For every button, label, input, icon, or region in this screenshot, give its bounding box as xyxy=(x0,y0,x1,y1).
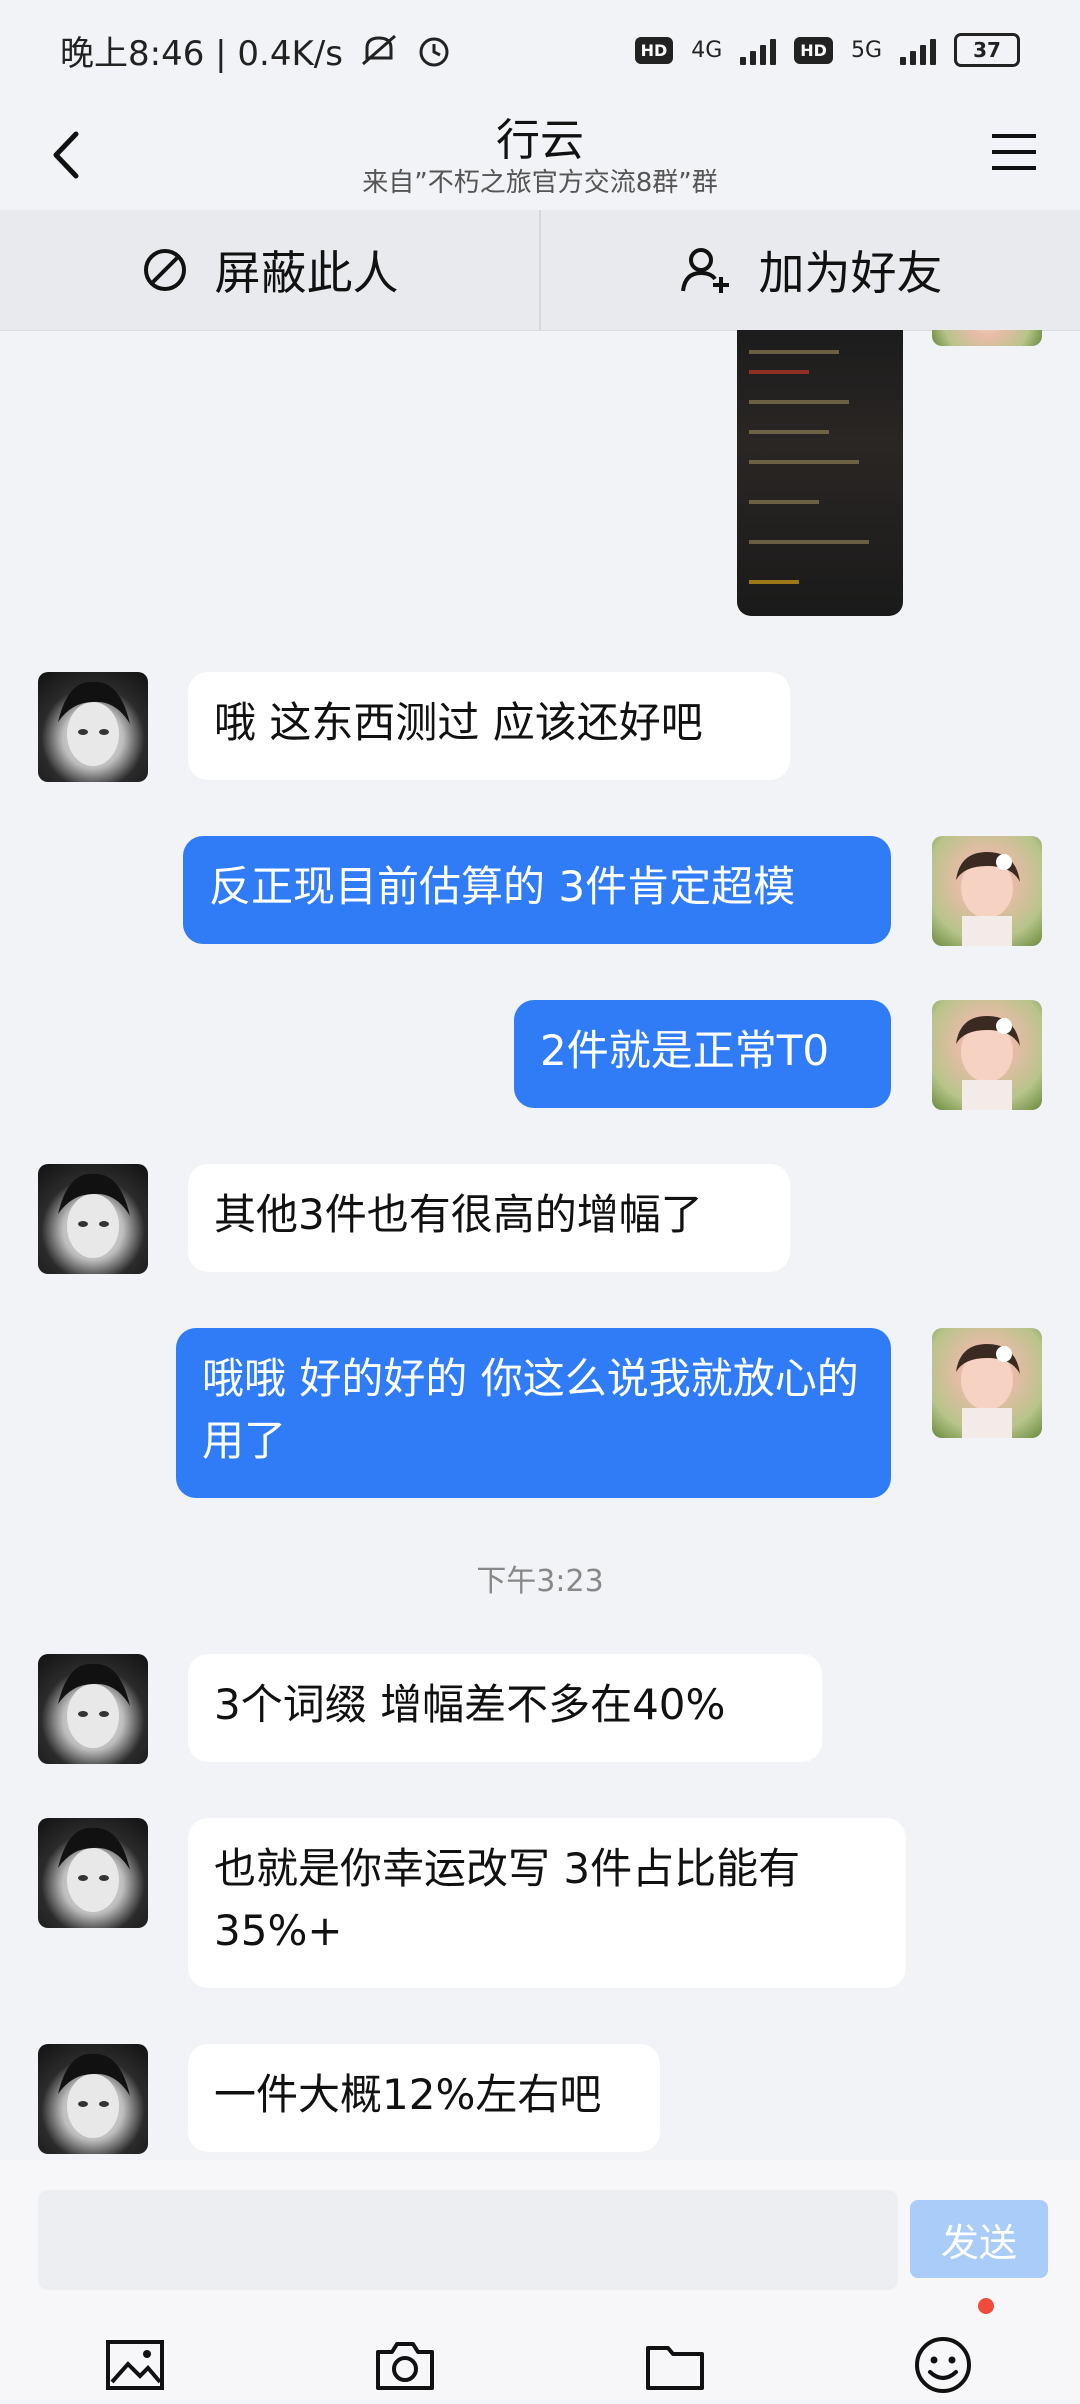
add-user-icon xyxy=(680,248,729,293)
camera-button[interactable] xyxy=(370,2330,440,2400)
chat-message-list[interactable]: 哦 这东西测过 应该还好吧 反正现目前估算的 3件肯定超模 2件就是正常T0 其… xyxy=(0,330,1080,2160)
camera-icon xyxy=(376,2342,434,2390)
block-user-button[interactable]: 屏蔽此人 xyxy=(0,210,539,330)
block-icon xyxy=(143,249,186,291)
message-input[interactable] xyxy=(38,2190,898,2290)
time-separator: 下午3:23 xyxy=(476,1564,604,1599)
signal-icon-2 xyxy=(900,35,936,65)
chat-header: 行云 来自”不朽之旅官方交流8群”群 xyxy=(0,100,1080,210)
sender-avatar[interactable] xyxy=(38,2044,148,2154)
chat-title: 行云 xyxy=(496,115,584,166)
self-avatar[interactable] xyxy=(932,1000,1042,1110)
battery-icon: 37 xyxy=(954,33,1020,67)
message-bubble[interactable]: 哦哦 好的好的 你这么说我就放心的用了 xyxy=(176,1328,891,1498)
message-bubble[interactable]: 哦 这东西测过 应该还好吧 xyxy=(188,672,790,780)
sender-avatar[interactable] xyxy=(38,1818,148,1928)
action-bar: 屏蔽此人 加为好友 xyxy=(0,210,1080,331)
message-bubble[interactable]: 一件大概12%左右吧 xyxy=(188,2044,660,2152)
image-message[interactable] xyxy=(737,330,903,616)
hd-badge-2: HD xyxy=(794,36,833,64)
menu-icon xyxy=(992,134,1036,170)
alarm-icon xyxy=(419,37,449,67)
input-bar: 发送 xyxy=(0,2160,1080,2400)
message-bubble[interactable]: 也就是你幸运改写 3件占比能有35%+ xyxy=(188,1818,906,1988)
image-picker-button[interactable] xyxy=(100,2330,170,2400)
status-time: 晚上8:46 | 0.4K/s xyxy=(60,33,343,74)
chat-subtitle: 来自”不朽之旅官方交流8群”群 xyxy=(362,168,718,198)
message-bubble[interactable]: 2件就是正常T0 xyxy=(514,1000,891,1108)
add-friend-label: 加为好友 xyxy=(758,246,943,300)
message-bubble[interactable]: 3个词缀 增幅差不多在40% xyxy=(188,1654,822,1762)
emoji-button[interactable] xyxy=(908,2330,978,2400)
sender-avatar[interactable] xyxy=(38,672,148,782)
file-button[interactable] xyxy=(640,2330,710,2400)
sender-avatar[interactable] xyxy=(38,1164,148,1274)
self-avatar[interactable] xyxy=(932,330,1042,346)
send-button[interactable]: 发送 xyxy=(910,2200,1048,2278)
hd-badge: HD xyxy=(634,36,674,64)
folder-icon xyxy=(646,2346,704,2390)
image-icon xyxy=(106,2340,164,2390)
emoji-icon xyxy=(915,2337,971,2393)
message-bubble[interactable]: 其他3件也有很高的增幅了 xyxy=(188,1164,790,1272)
menu-button[interactable] xyxy=(984,122,1044,182)
mute-icon xyxy=(361,34,396,66)
signal-icon xyxy=(740,35,777,65)
self-avatar[interactable] xyxy=(932,836,1042,946)
self-avatar[interactable] xyxy=(932,1328,1042,1438)
notification-dot xyxy=(978,2298,994,2314)
network-5g: 5G xyxy=(850,37,882,63)
status-bar: 晚上8:46 | 0.4K/s HD 4G HD 5G 37 xyxy=(0,0,1080,100)
add-friend-button[interactable]: 加为好友 xyxy=(541,210,1080,330)
block-user-label: 屏蔽此人 xyxy=(214,246,399,300)
sender-avatar[interactable] xyxy=(38,1654,148,1764)
network-4g: 4G xyxy=(691,37,723,63)
message-bubble[interactable]: 反正现目前估算的 3件肯定超模 xyxy=(183,836,891,944)
